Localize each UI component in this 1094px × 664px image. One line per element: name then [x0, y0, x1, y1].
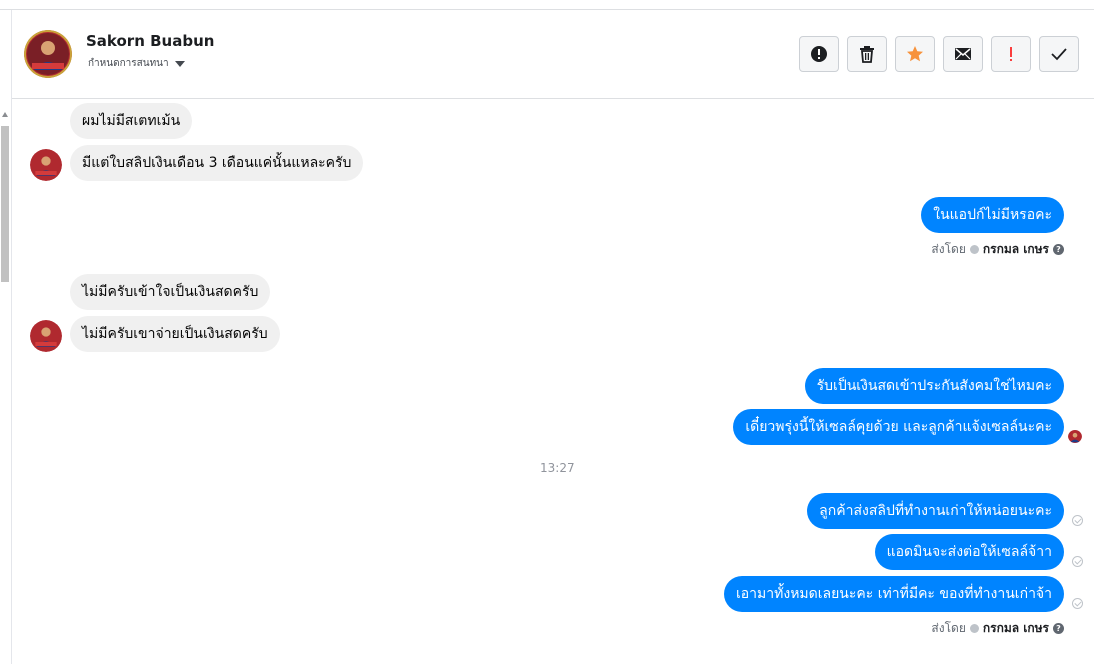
sent-by-label: ส่งโดย — [931, 621, 966, 635]
read-receipt-avatar — [1068, 429, 1082, 443]
sent-by-agent[interactable]: กรกมล เกษร — [983, 619, 1049, 638]
incoming-message[interactable]: ผมไม่มีสเตทเม้น — [70, 103, 193, 139]
mark-done-button[interactable] — [1039, 36, 1079, 72]
conversation-setting-label: กำหนดการสนทนา — [88, 58, 169, 69]
conversation-setting-dropdown[interactable]: กำหนดการสนทนา — [88, 56, 185, 71]
contact-avatar-small — [30, 320, 62, 352]
trash-icon — [860, 46, 874, 63]
caret-down-icon — [174, 60, 185, 67]
outgoing-message[interactable]: เดี๋ยวพรุ่งนี้ให้เซลล์คุยด้วย และลูกค้าแ… — [733, 409, 1064, 445]
outgoing-message[interactable]: แอดมินจะส่งต่อให้เซลล์จ้าา — [874, 534, 1064, 570]
exclamation-icon — [1010, 47, 1012, 61]
conversation-header: Sakorn Buabun กำหนดการสนทนา — [12, 11, 1094, 99]
star-button[interactable] — [895, 36, 935, 72]
delivered-check-icon — [1072, 515, 1083, 526]
scroll-thumb[interactable] — [1, 126, 9, 282]
scroll-up-arrow-icon[interactable] — [2, 112, 8, 117]
incoming-message[interactable]: ไม่มีครับเข้าใจเป็นเงินสดครับ — [70, 274, 271, 310]
agent-status-icon — [969, 245, 979, 254]
outgoing-message[interactable]: เอามาทั้งหมดเลยนะคะ เท่าที่มีคะ ของที่ทำ… — [723, 576, 1064, 612]
incoming-message[interactable]: ไม่มีครับเขาจ่ายเป็นเงินสดครับ — [70, 316, 280, 352]
top-strip — [0, 0, 1094, 10]
star-icon — [907, 46, 923, 62]
follow-up-button[interactable] — [991, 36, 1031, 72]
header-actions — [799, 36, 1079, 72]
sent-by-info: ส่งโดย กรกมล เกษร ? — [931, 240, 1064, 259]
incoming-message[interactable]: มีแต่ใบสลิปเงินเดือน 3 เดือนแค่นั้นแหละค… — [70, 145, 364, 181]
message-scrollbar[interactable] — [0, 112, 11, 664]
mark-unread-button[interactable] — [943, 36, 983, 72]
outgoing-message[interactable]: ในแอปก์ไม่มีหรอคะ — [921, 197, 1064, 233]
contact-avatar-small — [30, 149, 62, 181]
envelope-icon — [955, 48, 971, 60]
help-icon[interactable]: ? — [1053, 623, 1064, 634]
outgoing-message[interactable]: รับเป็นเงินสดเข้าประกันสังคมใช่ไหมคะ — [804, 368, 1064, 404]
agent-status-icon — [969, 624, 979, 633]
contact-avatar[interactable] — [24, 30, 72, 78]
sent-by-info: ส่งโดย กรกมล เกษร ? — [931, 619, 1064, 638]
delete-button[interactable] — [847, 36, 887, 72]
delivered-check-icon — [1072, 556, 1083, 567]
help-icon[interactable]: ? — [1053, 244, 1064, 255]
mark-spam-button[interactable] — [799, 36, 839, 72]
check-icon — [1051, 48, 1067, 61]
outgoing-message[interactable]: ลูกค้าส่งสลิปที่ทำงานเก่าให้หน่อยนะคะ — [807, 493, 1064, 529]
contact-name[interactable]: Sakorn Buabun — [86, 32, 214, 50]
exclamation-circle-icon — [811, 46, 827, 62]
sent-by-label: ส่งโดย — [931, 242, 966, 256]
time-separator: 13:27 — [540, 461, 575, 475]
delivered-check-icon — [1072, 598, 1083, 609]
sent-by-agent[interactable]: กรกมล เกษร — [983, 240, 1049, 259]
